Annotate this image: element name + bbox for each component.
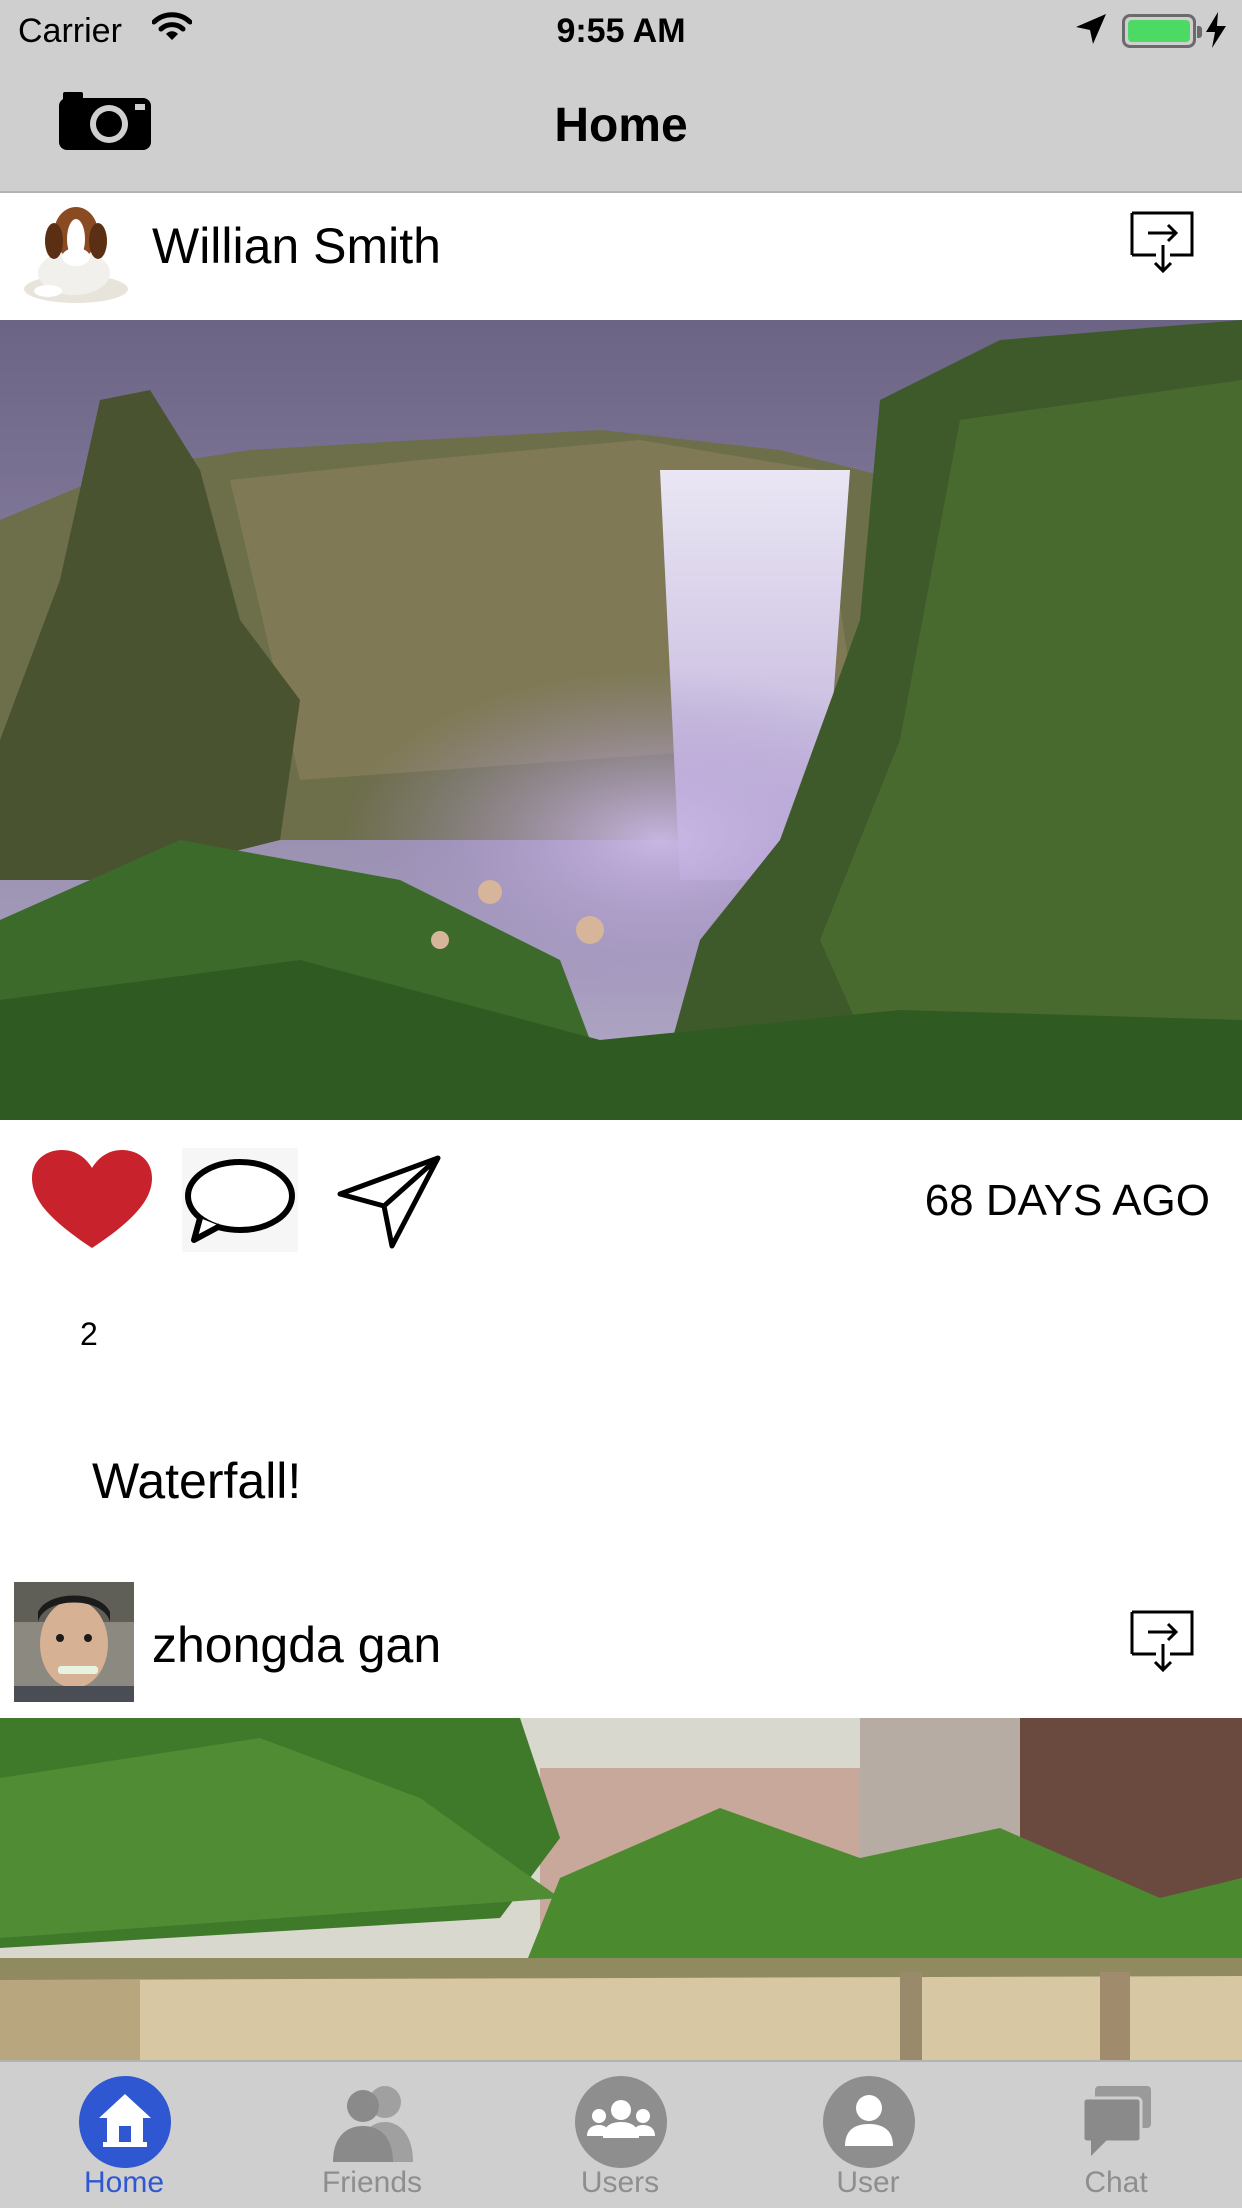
clock: 9:55 AM: [556, 12, 686, 50]
tab-user[interactable]: User: [768, 2062, 968, 2208]
tab-bar: Home Friends Users User Chat: [0, 2060, 1242, 2208]
avatar[interactable]: [14, 195, 132, 307]
share-icon[interactable]: [1130, 211, 1196, 280]
post-caption: Waterfall!: [92, 1453, 302, 1509]
tab-chat[interactable]: Chat: [1016, 2062, 1216, 2208]
post-header: Willian Smith: [0, 195, 1242, 320]
tab-label: Friends: [321, 2166, 423, 2199]
tab-label: Users: [580, 2166, 660, 2199]
home-icon: [79, 2076, 171, 2168]
friends-icon: [333, 2086, 413, 2162]
tab-label: User: [836, 2166, 900, 2199]
location-arrow-icon: [1074, 12, 1108, 51]
top-bar: Carrier 9:55 AM Home: [0, 0, 1242, 193]
post-photo[interactable]: [0, 320, 1242, 1120]
like-count: 2: [80, 1316, 98, 1352]
tab-users[interactable]: Users: [520, 2062, 720, 2208]
post-username[interactable]: zhongda gan: [152, 1616, 441, 1674]
post-header: zhongda gan: [0, 1580, 1242, 1718]
avatar[interactable]: [14, 1582, 134, 1702]
post-time-ago: 68 DAYS AGO: [924, 1176, 1210, 1225]
users-icon: [575, 2076, 667, 2168]
tab-label: Home: [83, 2166, 165, 2199]
post-username[interactable]: Willian Smith: [152, 217, 441, 275]
chat-icon: [1081, 2086, 1151, 2156]
like-heart-icon[interactable]: [30, 1148, 154, 1257]
charging-bolt-icon: [1204, 12, 1228, 53]
post-photo[interactable]: [0, 1718, 1242, 2060]
tab-home[interactable]: Home: [24, 2062, 224, 2208]
user-icon: [823, 2076, 915, 2168]
tab-label: Chat: [1084, 2166, 1148, 2199]
send-icon[interactable]: [336, 1154, 442, 1255]
battery-icon: [1122, 14, 1202, 48]
share-icon[interactable]: [1130, 1610, 1196, 1679]
status-bar: Carrier 9:55 AM: [0, 0, 1242, 60]
tab-friends[interactable]: Friends: [272, 2062, 472, 2208]
comment-bubble-icon[interactable]: [182, 1148, 298, 1257]
page-title: Home: [554, 99, 688, 152]
